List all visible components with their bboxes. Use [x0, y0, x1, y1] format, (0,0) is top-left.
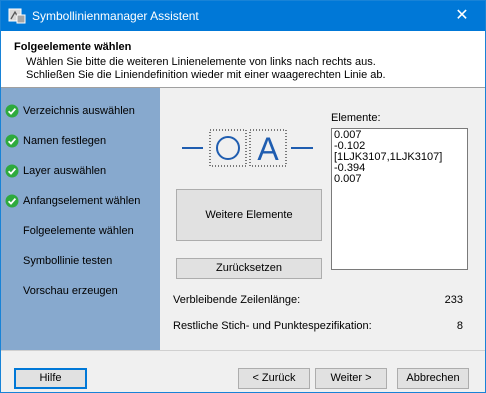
check-icon [5, 104, 19, 118]
check-icon [5, 164, 19, 178]
remaining-length-value: 233 [444, 294, 463, 306]
close-icon[interactable]: ✕ [439, 1, 485, 31]
element-line: 0.007 [334, 173, 362, 185]
footer-divider [1, 350, 485, 351]
step-label: Namen festlegen [23, 135, 107, 147]
step-title: Folgeelemente wählen [14, 41, 132, 53]
symbol-line-manager-icon [8, 8, 26, 24]
check-icon [5, 134, 19, 148]
step-description: Wählen Sie bitte die weiteren Linienelem… [26, 56, 386, 82]
elements-list[interactable]: 0.007 -0.102 [1LJK3107,1LJK3107] -0.394 … [331, 128, 468, 270]
step-label: Symbollinie testen [23, 255, 113, 267]
step-item: Layer auswählen [1, 162, 160, 182]
step-description-line-1: Wählen Sie bitte die weiteren Linienelem… [26, 56, 376, 68]
line-element-preview: A [182, 129, 313, 167]
steps-sidebar: Verzeichnis auswählen Namen festlegen La… [1, 88, 160, 350]
step-content: A Weitere Elemente Zurücksetzen Elemente… [160, 88, 485, 350]
step-header: Folgeelemente wählen Wählen Sie bitte di… [1, 31, 485, 88]
title-bar[interactable]: Symbollinienmanager Assistent ✕ [1, 1, 485, 31]
step-label: Folgeelemente wählen [23, 225, 134, 237]
preview-element-frame [209, 129, 247, 167]
more-elements-button[interactable]: Weitere Elemente [176, 189, 322, 241]
step-label: Verzeichnis auswählen [23, 105, 135, 117]
step-item: Verzeichnis auswählen [1, 102, 160, 122]
step-item: Anfangselement wählen [1, 192, 160, 212]
rest-spec-value: 8 [456, 320, 463, 332]
next-button[interactable]: Weiter > [315, 368, 387, 389]
step-item: Vorschau erzeugen [1, 282, 160, 302]
step-description-line-2: Schließen Sie die Liniendefinition wiede… [26, 69, 386, 81]
step-label: Vorschau erzeugen [23, 285, 118, 297]
step-label: Layer auswählen [23, 165, 107, 177]
back-button[interactable]: < Zurück [238, 368, 310, 389]
remaining-length-label: Verbleibende Zeilenlänge: [173, 294, 301, 306]
elements-label: Elemente: [331, 112, 381, 124]
step-item: Namen festlegen [1, 132, 160, 152]
preview-letter: A [257, 131, 279, 167]
reset-button[interactable]: Zurücksetzen [176, 258, 322, 279]
step-item-current: Folgeelemente wählen [1, 222, 160, 242]
check-icon [5, 194, 19, 208]
window-title: Symbollinienmanager Assistent [32, 9, 199, 23]
step-item: Symbollinie testen [1, 252, 160, 272]
cancel-button[interactable]: Abbrechen [397, 368, 469, 389]
help-button[interactable]: Hilfe [14, 368, 87, 389]
wizard-window: Symbollinienmanager Assistent ✕ Folgeele… [0, 0, 486, 393]
step-label: Anfangselement wählen [23, 195, 141, 207]
preview-circle [216, 136, 240, 160]
rest-spec-label: Restliche Stich- und Punktespezifikation… [173, 320, 372, 332]
